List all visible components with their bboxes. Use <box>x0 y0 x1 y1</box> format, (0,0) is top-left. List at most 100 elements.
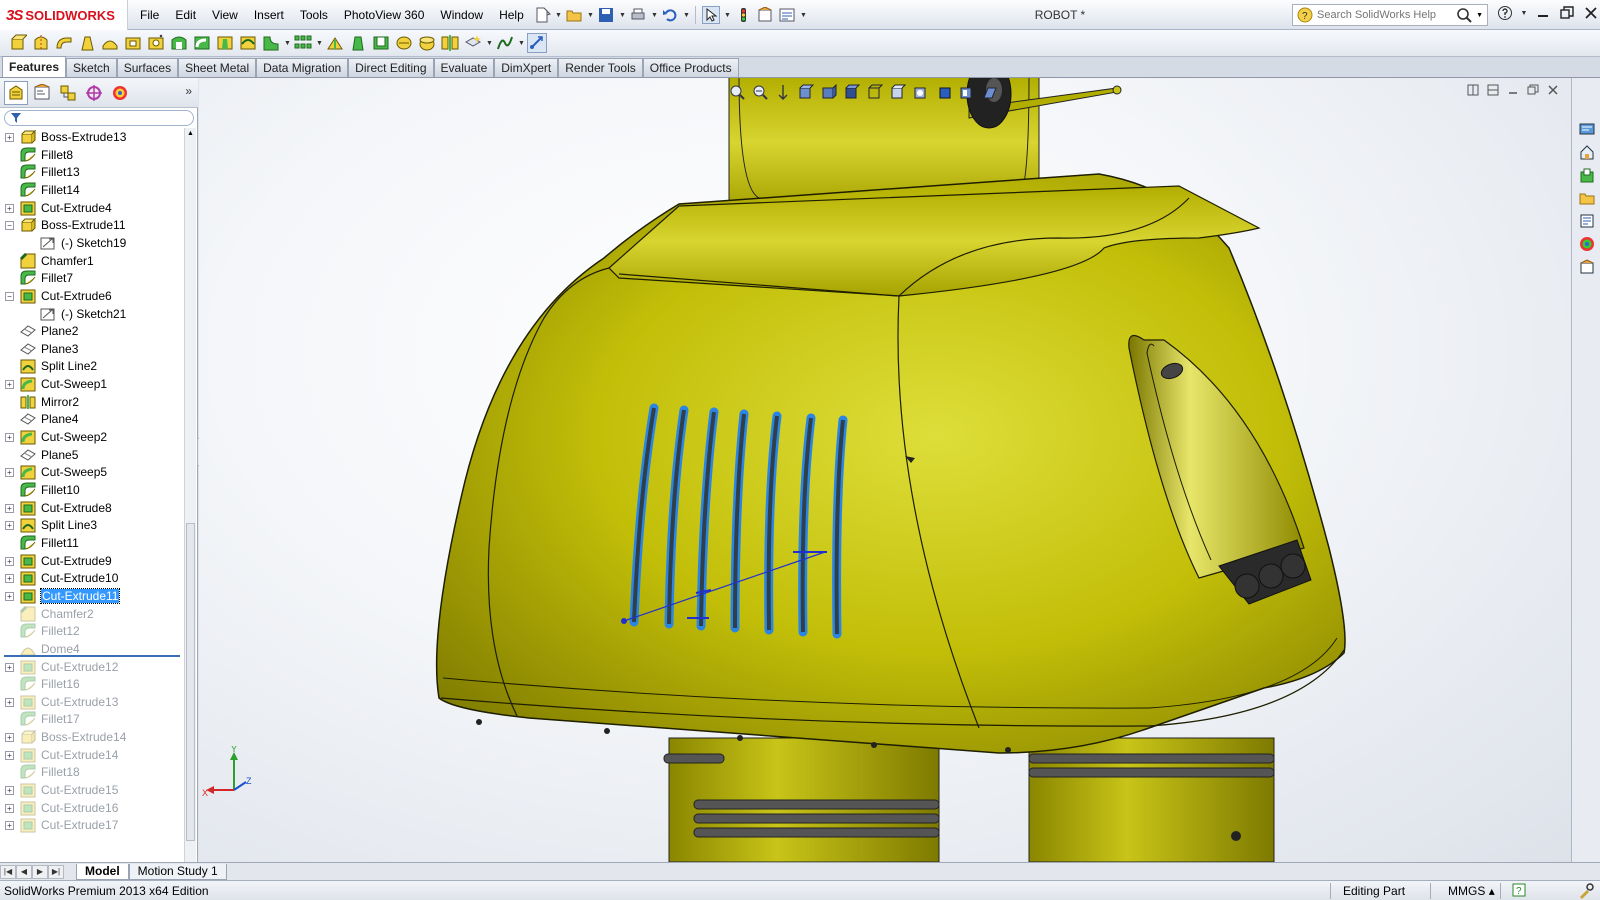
expand-toggle-icon[interactable]: + <box>5 133 14 142</box>
prev-tab-icon[interactable]: ◀ <box>16 864 32 879</box>
section-view-icon[interactable] <box>796 83 815 102</box>
tab-model[interactable]: Model <box>76 863 129 880</box>
tree-item[interactable]: + Boss-Extrude14 <box>0 728 184 746</box>
tree-item[interactable]: + Cut-Extrude17 <box>0 816 184 834</box>
custom-properties-icon[interactable] <box>1576 233 1597 254</box>
revolved-cut-icon[interactable] <box>169 33 189 53</box>
expand-toggle-icon[interactable]: + <box>5 733 14 743</box>
revolved-boss-icon[interactable] <box>31 33 51 53</box>
next-tab-icon[interactable]: ▶ <box>32 864 48 879</box>
expand-toggle-icon[interactable]: + <box>5 203 14 213</box>
toolbox-icon[interactable] <box>1578 883 1594 900</box>
expand-toggle-icon[interactable]: + <box>5 380 14 390</box>
expand-toggle-icon[interactable]: + <box>5 803 14 813</box>
expand-toggle-icon[interactable]: + <box>5 786 14 796</box>
lofted-boss-icon[interactable] <box>77 33 97 53</box>
menu-photoview[interactable]: PhotoView 360 <box>336 0 433 30</box>
mirror-icon[interactable] <box>440 33 460 53</box>
lofted-cut-icon[interactable] <box>215 33 235 53</box>
tree-item[interactable]: Fillet18 <box>0 763 184 781</box>
tree-item[interactable]: (-) Sketch21 <box>0 305 184 323</box>
rollback-bar[interactable] <box>4 655 180 657</box>
scroll-thumb[interactable] <box>186 523 195 841</box>
options-dropdown-arrow[interactable]: ▼ <box>800 12 807 19</box>
quick-tips-icon[interactable]: ? <box>1512 883 1526 900</box>
doc-minimize-icon[interactable] <box>1507 84 1519 96</box>
view-settings-icon[interactable] <box>934 83 953 102</box>
fillet-icon[interactable] <box>261 33 281 53</box>
tile-horizontal-icon[interactable] <box>1467 84 1479 96</box>
dimxpert-icon[interactable] <box>82 81 106 105</box>
tree-item[interactable]: Plane4 <box>0 410 184 428</box>
doc-close-icon[interactable] <box>1547 84 1559 96</box>
expand-toggle-icon[interactable]: + <box>5 468 14 478</box>
tile-vertical-icon[interactable] <box>1487 84 1499 96</box>
undo-icon[interactable] <box>661 6 679 24</box>
tab-motion-study[interactable]: Motion Study 1 <box>128 863 227 880</box>
tree-item[interactable]: − Cut-Extrude6 <box>0 287 184 305</box>
graphics-area[interactable]: Y X Z <box>199 78 1571 862</box>
feature-filter[interactable] <box>4 110 194 126</box>
help-dropdown-arrow[interactable]: ▼ <box>1520 4 1528 22</box>
save-dropdown-arrow[interactable]: ▼ <box>619 12 626 19</box>
shadows-icon[interactable] <box>980 83 999 102</box>
tree-item[interactable]: Fillet14 <box>0 181 184 199</box>
close-icon[interactable] <box>1582 4 1600 22</box>
tree-item[interactable]: Fillet12 <box>0 622 184 640</box>
help-icon[interactable] <box>1496 4 1514 22</box>
tree-item[interactable]: Plane3 <box>0 340 184 358</box>
design-library-icon[interactable] <box>1576 141 1597 162</box>
boundary-cut-icon[interactable] <box>238 33 258 53</box>
tree-item[interactable]: + Cut-Sweep2 <box>0 428 184 446</box>
tree-item[interactable]: + Cut-Extrude15 <box>0 781 184 799</box>
tree-item[interactable]: + Cut-Extrude8 <box>0 499 184 517</box>
more-tabs-chevron-icon[interactable]: » <box>185 84 192 98</box>
pattern-dropdown-arrow[interactable]: ▼ <box>316 40 323 47</box>
tab-dimxpert[interactable]: DimXpert <box>494 58 559 77</box>
tree-item[interactable]: Fillet11 <box>0 534 184 552</box>
search-box[interactable]: ? ▼ <box>1292 4 1488 26</box>
expand-toggle-icon[interactable]: + <box>5 556 14 566</box>
swept-cut-icon[interactable] <box>192 33 212 53</box>
tree-item[interactable]: Fillet17 <box>0 710 184 728</box>
minimize-icon[interactable] <box>1534 4 1552 22</box>
robot-legs[interactable] <box>663 737 1275 862</box>
tree-item[interactable]: Fillet8 <box>0 146 184 164</box>
tree-item[interactable]: + Cut-Extrude12 <box>0 658 184 676</box>
tab-office-products[interactable]: Office Products <box>642 58 739 77</box>
tree-item[interactable]: + Split Line3 <box>0 516 184 534</box>
zoom-to-fit-icon[interactable] <box>727 83 746 102</box>
tree-item[interactable]: Mirror2 <box>0 393 184 411</box>
swept-boss-icon[interactable] <box>54 33 74 53</box>
curves-icon[interactable] <box>495 33 515 53</box>
undo-dropdown-arrow[interactable]: ▼ <box>683 12 690 19</box>
select-dropdown-arrow[interactable]: ▼ <box>724 12 731 19</box>
file-properties-icon[interactable] <box>756 6 774 24</box>
menu-window[interactable]: Window <box>432 0 491 30</box>
tree-item[interactable]: Chamfer1 <box>0 252 184 270</box>
collapse-toggle-icon[interactable]: − <box>5 291 14 301</box>
options-icon[interactable] <box>778 6 796 24</box>
rebuild-icon[interactable] <box>734 6 752 24</box>
file-explorer-icon[interactable] <box>1576 164 1597 185</box>
new-dropdown-arrow[interactable]: ▼ <box>555 12 562 19</box>
tree-vertical-scrollbar[interactable]: ▲ ▼ <box>184 128 196 870</box>
featuremanager-icon[interactable] <box>4 80 28 105</box>
tree-item[interactable]: Fillet16 <box>0 675 184 693</box>
tab-sketch[interactable]: Sketch <box>66 58 117 77</box>
expand-toggle-icon[interactable]: + <box>5 574 14 584</box>
tree-item[interactable]: + Cut-Sweep1 <box>0 375 184 393</box>
tree-item[interactable]: (-) Sketch19 <box>0 234 184 252</box>
boundary-boss-icon[interactable] <box>100 33 120 53</box>
reference-dropdown-arrow[interactable]: ▼ <box>486 40 493 47</box>
tree-item[interactable]: + Cut-Extrude9 <box>0 552 184 570</box>
tree-item[interactable]: Fillet10 <box>0 481 184 499</box>
search-dropdown-arrow[interactable]: ▼ <box>1476 12 1483 19</box>
search-input[interactable] <box>1317 9 1453 21</box>
tree-item[interactable]: + Cut-Extrude13 <box>0 693 184 711</box>
tree-item[interactable]: + Cut-Extrude14 <box>0 746 184 764</box>
tree-item[interactable]: Plane5 <box>0 446 184 464</box>
tab-direct-editing[interactable]: Direct Editing <box>348 58 434 77</box>
menu-help[interactable]: Help <box>491 0 532 30</box>
hide-show-items-icon[interactable] <box>865 83 884 102</box>
